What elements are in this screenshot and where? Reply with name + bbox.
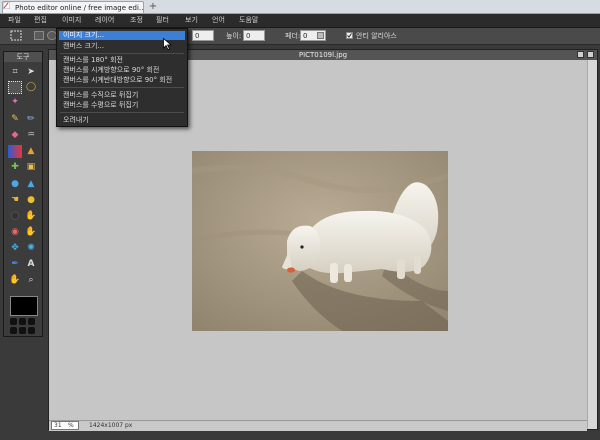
brush-tool-icon[interactable]: ✏ — [24, 113, 38, 126]
image-dimensions: 1424x1007 px — [89, 422, 133, 429]
feather-label: 페더: — [285, 32, 301, 40]
menu-edit[interactable]: 편집 — [34, 14, 47, 27]
canvas-image[interactable] — [192, 151, 448, 331]
zoom-field[interactable]: 31 % — [51, 421, 79, 430]
close-button[interactable] — [587, 51, 594, 58]
palette-cell[interactable] — [10, 327, 17, 334]
menu-adjust[interactable]: 조정 — [130, 14, 143, 27]
sharpen-tool-icon[interactable]: ▲ — [24, 178, 38, 191]
page-favicon-icon — [3, 2, 10, 9]
pinch-tool-icon[interactable]: ✺ — [24, 242, 38, 255]
red-eye-tool-icon[interactable]: ◉ — [8, 226, 22, 239]
color-palette-grid — [9, 317, 37, 335]
marquee-tool-icon[interactable] — [8, 81, 22, 94]
check-icon — [347, 33, 352, 38]
document-title: PICT0109l.jpg — [298, 51, 348, 59]
toolbox-panel: 도구 ⌗ ➤ ◯ ✦ ✎ ✏ ◆ ♒ ▲ ✚ ▣ ● ▲ ☚ ● ● ✋ ◉ ✋… — [3, 51, 43, 337]
menu-view[interactable]: 보기 — [185, 14, 198, 27]
gradient-tool-icon[interactable] — [8, 145, 22, 158]
palette-cell[interactable] — [10, 318, 17, 325]
crop-tool-icon[interactable]: ⌗ — [8, 66, 22, 79]
menu-help[interactable]: 도움말 — [239, 14, 258, 27]
menu-flip-vertical[interactable]: 캔버스를 수직으로 뒤집기 — [59, 91, 185, 100]
menu-language[interactable]: 언어 — [212, 14, 225, 27]
color-picker-icon[interactable]: ✒ — [8, 258, 22, 271]
window-controls — [577, 51, 595, 59]
magic-wand-icon[interactable]: ✦ — [8, 96, 22, 109]
status-bar: 31 % 1424x1007 px — [49, 420, 587, 431]
eraser-tool-icon[interactable]: ◆ — [8, 129, 22, 142]
type-tool-icon[interactable]: A — [24, 258, 38, 271]
menu-crop[interactable]: 오려내기 — [59, 116, 185, 125]
menu-separator — [60, 112, 184, 113]
paint-bucket-icon[interactable]: ▲ — [24, 145, 38, 158]
palette-cell[interactable] — [19, 318, 26, 325]
feather-select[interactable]: 0 — [300, 30, 326, 41]
pencil-tool-icon[interactable]: ✎ — [8, 113, 22, 126]
toolbox-title: 도구 — [4, 52, 42, 62]
menu-rotate-90-ccw[interactable]: 캔버스를 시계반대방향으로 90° 회전 — [59, 76, 185, 85]
bloat-tool-icon[interactable]: ✥ — [8, 242, 22, 255]
zoom-unit: % — [68, 422, 74, 429]
replace-color-icon[interactable]: ♒ — [24, 129, 38, 142]
marquee-tool-icon — [10, 30, 22, 41]
palette-cell[interactable] — [19, 327, 26, 334]
menu-image[interactable]: 이미지 — [62, 14, 81, 27]
chevron-down-icon — [317, 32, 324, 39]
healing-tool-icon[interactable]: ✚ — [8, 161, 22, 174]
menu-bar: 파일 편집 이미지 레이어 조정 필터 보기 언어 도움말 — [0, 14, 600, 28]
menu-layer[interactable]: 레이어 — [95, 14, 114, 27]
feather-value: 0 — [303, 32, 308, 40]
menu-filter[interactable]: 필터 — [156, 14, 169, 27]
selection-new-button[interactable] — [34, 31, 44, 40]
hand-tool-icon[interactable]: ✋ — [8, 274, 22, 287]
menu-separator — [60, 53, 184, 54]
smudge-tool-icon[interactable]: ☚ — [8, 194, 22, 207]
zoom-tool-icon[interactable]: ⌕ — [24, 274, 38, 287]
browser-tab[interactable]: Photo editor online / free image edi… — [2, 1, 144, 13]
palette-cell[interactable] — [28, 318, 35, 325]
browser-tab-bar: Photo editor online / free image edi… + — [0, 0, 600, 14]
maximize-button[interactable] — [577, 51, 584, 58]
palette-cell[interactable] — [28, 327, 35, 334]
height-input[interactable]: 0 — [243, 30, 265, 41]
sponge-tool-icon[interactable]: ● — [24, 194, 38, 207]
new-tab-button[interactable]: + — [148, 1, 158, 12]
menu-separator — [60, 87, 184, 88]
browser-tab-title: Photo editor online / free image edi… — [15, 4, 144, 12]
menu-file[interactable]: 파일 — [8, 14, 21, 27]
spot-heal-icon[interactable]: ✋ — [24, 226, 38, 239]
menu-flip-horizontal[interactable]: 캔버스를 수평으로 뒤집기 — [59, 101, 185, 110]
clone-stamp-icon[interactable]: ▣ — [24, 161, 38, 174]
vertical-scrollbar[interactable] — [587, 60, 597, 429]
move-tool-icon[interactable]: ➤ — [24, 66, 38, 79]
zoom-value: 31 — [54, 422, 62, 429]
height-label: 높이: — [226, 32, 242, 40]
foreground-color-swatch[interactable] — [10, 296, 38, 316]
mouse-cursor-icon — [163, 38, 172, 50]
blur-tool-icon[interactable]: ● — [8, 178, 22, 191]
menu-rotate-180[interactable]: 캔버스를 180° 회전 — [59, 56, 185, 65]
antialias-checkbox[interactable] — [346, 32, 353, 39]
lasso-tool-icon[interactable]: ◯ — [24, 81, 38, 94]
menu-rotate-90-cw[interactable]: 캔버스를 시계방향으로 90° 회전 — [59, 66, 185, 75]
dodge-tool-icon[interactable]: ● — [8, 210, 22, 223]
antialias-label: 안티 알리아스 — [356, 32, 397, 40]
burn-tool-icon[interactable]: ✋ — [24, 210, 38, 223]
width-input[interactable]: 0 — [192, 30, 214, 41]
